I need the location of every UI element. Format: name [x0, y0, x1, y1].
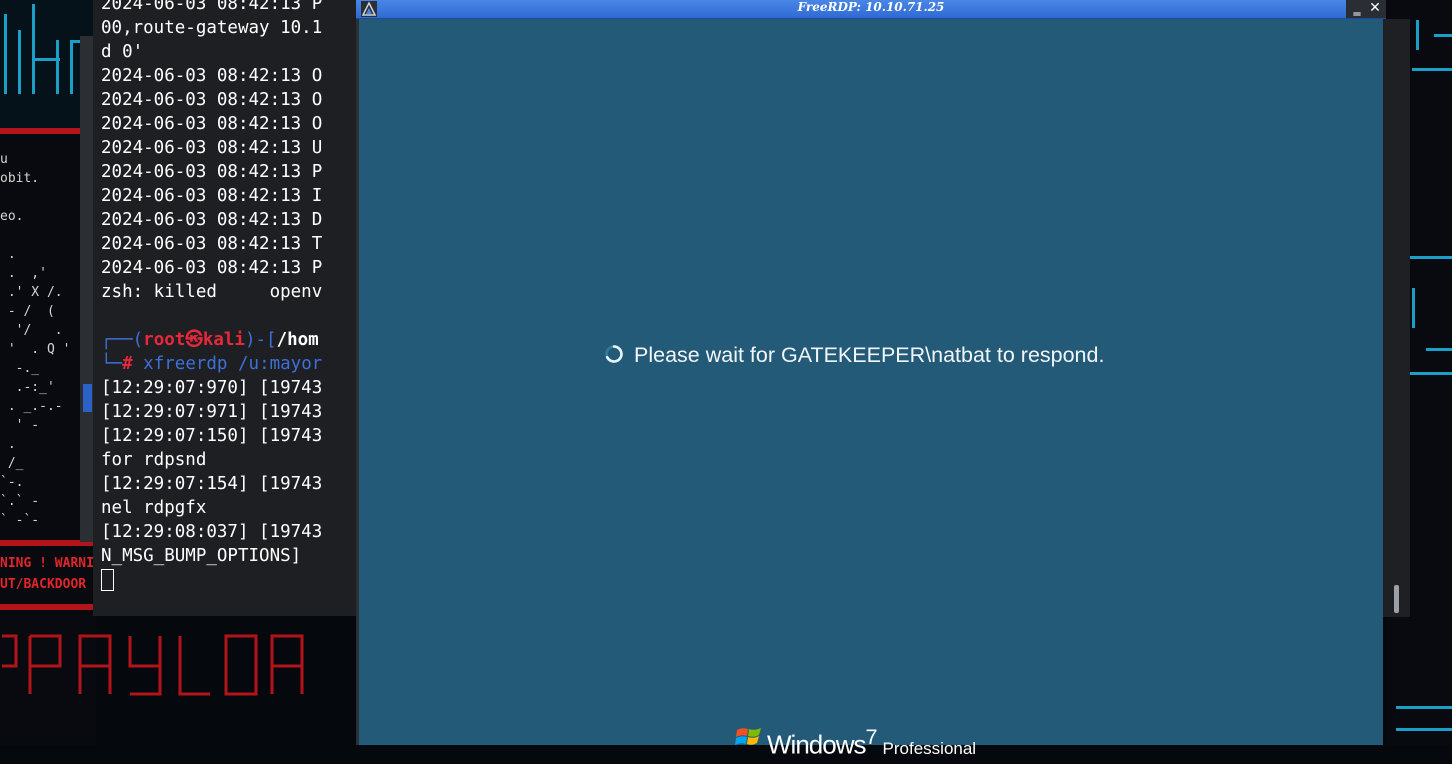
wallpaper-line	[1416, 20, 1419, 50]
remote-desktop-view[interactable]	[359, 19, 1383, 745]
prompt-corner: └─	[101, 354, 123, 374]
prompt-hash: #	[122, 354, 133, 374]
payload-letter	[224, 634, 258, 696]
terminal-prompt-command: └─# xfreerdp /u:mayor	[101, 352, 361, 376]
terminal-line: 00,route-gateway 10.1	[101, 18, 323, 38]
payload-letter	[270, 634, 304, 694]
wallpaper-line	[1412, 288, 1415, 328]
terminal-line: 2024-06-03 08:42:13 T	[101, 234, 323, 254]
terminal-output: 2024-06-03 08:42:13 P 00,route-gateway 1…	[101, 0, 361, 592]
wallpaper-line	[18, 30, 21, 94]
scrollbar-thumb[interactable]	[1394, 585, 1399, 613]
terminal-cursor	[101, 569, 114, 591]
wallpaper-line	[1412, 68, 1452, 71]
terminal-line: N_MSG_BUMP_OPTIONS]	[101, 546, 302, 566]
prompt-user: root	[143, 330, 186, 350]
wallpaper-red-bar	[0, 604, 96, 610]
wallpaper-line	[1426, 348, 1452, 351]
terminal-line: for rdpsnd	[101, 450, 207, 470]
brand-version: 7	[865, 724, 877, 749]
terminal-line: 2024-06-03 08:42:13 O	[101, 114, 323, 134]
payload-letter	[78, 634, 112, 694]
loading-spinner-icon	[605, 345, 623, 363]
prompt-separator: )-[	[244, 330, 277, 350]
terminal-line: 2024-06-03 08:42:13 P	[101, 0, 323, 14]
rdp-window-title: FreeRDP: 10.10.71.25	[797, 0, 945, 14]
wallpaper-line	[1396, 728, 1452, 731]
rdp-window-controls: ‗ ✕	[1346, 0, 1386, 18]
terminal-window-edge	[80, 36, 93, 542]
wallpaper-payload-art	[2, 634, 304, 696]
terminal-line: 2024-06-03 08:42:13 P	[101, 258, 323, 278]
wallpaper-line	[1434, 34, 1452, 37]
terminal-line: [12:29:07:154] [19743	[101, 474, 323, 494]
windows-flag-icon	[735, 728, 761, 745]
wallpaper-line	[1396, 706, 1452, 709]
prompt-command: xfreerdp /u:mayor	[143, 354, 323, 374]
wallpaper-line	[70, 40, 73, 94]
terminal-line: 2024-06-03 08:42:13 U	[101, 138, 323, 158]
terminal-line: 2024-06-03 08:42:13 O	[101, 66, 323, 86]
rdp-title-bar[interactable]: FreeRDP: 10.10.71.25	[356, 0, 1386, 19]
wait-message: Please wait for GATEKEEPER\natbat to res…	[634, 343, 1105, 367]
terminal-side-marker	[83, 384, 92, 412]
rdp-window-frame-right	[1383, 19, 1410, 617]
wallpaper-line	[32, 4, 35, 94]
terminal-window[interactable]: 2024-06-03 08:42:13 P 00,route-gateway 1…	[93, 0, 361, 616]
payload-letter	[128, 636, 162, 696]
payload-letter	[28, 634, 62, 694]
wallpaper-line	[1410, 256, 1452, 259]
brand-edition: Professional	[882, 738, 977, 758]
minimize-button[interactable]: ‗	[1348, 0, 1366, 18]
close-button[interactable]: ✕	[1366, 0, 1384, 18]
terminal-prompt-top: ┌──(root㉿kali)-[/hom	[101, 328, 361, 352]
terminal-line: 2024-06-03 08:42:13 O	[101, 90, 323, 110]
wallpaper-warning-text: NING ! WARNIN	[0, 556, 96, 571]
payload-letter	[2, 634, 18, 668]
wallpaper-warning-text: UT/BACKDOOR !	[0, 577, 96, 592]
terminal-line: d 0'	[101, 42, 144, 62]
terminal-line: [12:29:07:970] [19743	[101, 378, 323, 398]
prompt-at-symbol: ㉿	[185, 330, 203, 350]
terminal-line: nel rdpgfx	[101, 498, 207, 518]
terminal-cursor-line[interactable]	[101, 568, 361, 592]
wallpaper-line	[56, 40, 59, 94]
prompt-corner: ┌──(	[101, 330, 144, 350]
terminal-line: 2024-06-03 08:42:13 I	[101, 186, 323, 206]
prompt-path: /hom	[276, 330, 319, 350]
terminal-line: [12:29:07:971] [19743	[101, 402, 323, 422]
wallpaper-line	[1410, 372, 1452, 375]
wallpaper-line	[4, 14, 7, 94]
prompt-host: kali	[202, 330, 245, 350]
terminal-line: 2024-06-03 08:42:13 D	[101, 210, 323, 230]
payload-letter	[178, 636, 210, 696]
terminal-line: 2024-06-03 08:42:13 P	[101, 162, 323, 182]
windows-7-branding: Windows7 Professional	[767, 722, 976, 764]
terminal-line: [12:29:08:037] [19743	[101, 522, 323, 542]
terminal-line: zsh: killed openv	[101, 282, 323, 302]
terminal-line: [12:29:07:150] [19743	[101, 426, 323, 446]
